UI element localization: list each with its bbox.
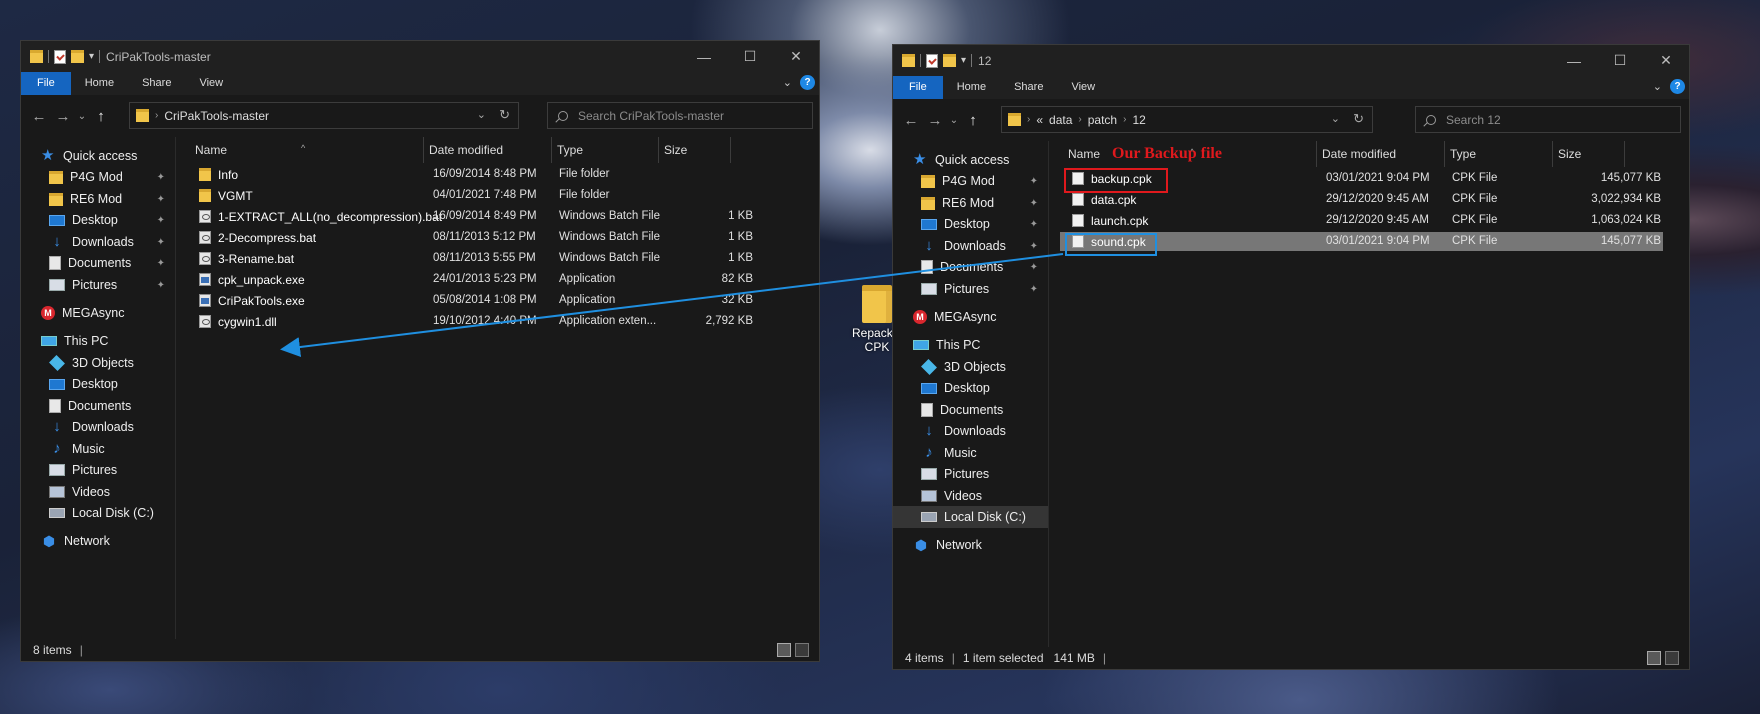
backup-highlight-box (1064, 168, 1168, 193)
drag-arrow (280, 253, 1064, 357)
annotation-text: Our Backup file (1112, 145, 1222, 162)
sound-highlight-box (1065, 233, 1157, 256)
